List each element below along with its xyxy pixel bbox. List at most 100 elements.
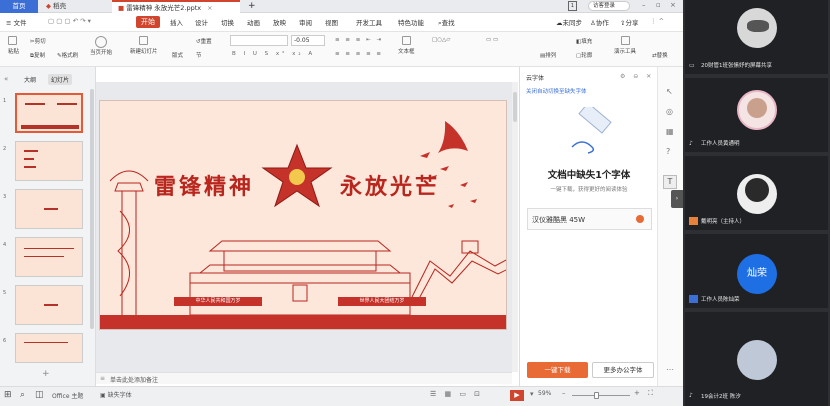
visitor-login-button[interactable]: 访客登录 xyxy=(588,1,630,11)
menu-view[interactable]: 视图 xyxy=(325,17,338,27)
quick-access-icons[interactable]: ▢ ▢ ▢ ↶ ↷ ▾ xyxy=(48,17,91,25)
menu-insert[interactable]: 插入 xyxy=(170,17,183,27)
from-current-button[interactable]: 当页开始 xyxy=(90,36,112,56)
new-tab-button[interactable]: + xyxy=(248,0,256,13)
font-size-field[interactable]: -0.05 xyxy=(291,35,325,46)
font-name-field[interactable] xyxy=(230,35,288,46)
collapse-icon[interactable]: « xyxy=(4,75,8,83)
search-taskbar-icon[interactable]: ⌕ xyxy=(20,390,25,400)
font-panel-controls[interactable]: ⚙ ⊖ ✕ xyxy=(620,73,654,80)
zoom-slider[interactable] xyxy=(572,392,630,399)
gallery-icon[interactable]: ▦ xyxy=(666,127,674,136)
menu-developer[interactable]: 开发工具 xyxy=(356,17,382,27)
slide-thumb-2[interactable] xyxy=(15,141,83,181)
play-slideshow-button[interactable]: ▶ xyxy=(510,390,524,401)
reset-button[interactable]: ↺重置 xyxy=(196,37,212,45)
pointer-icon[interactable]: ↖ xyxy=(666,87,673,96)
arrange-button[interactable]: ▤排列 xyxy=(540,51,556,59)
more-fonts-button[interactable]: 更多办公字体 xyxy=(592,362,654,378)
properties-icon[interactable]: ◎ xyxy=(666,107,673,116)
avatar: 灿荣 xyxy=(737,254,777,294)
thumb-scrollbar[interactable] xyxy=(90,89,94,329)
slide-thumb-3[interactable] xyxy=(15,189,83,229)
windows-icon[interactable]: ⊞ xyxy=(4,390,12,400)
unsync-label: 未同步 xyxy=(562,19,583,27)
zoom-slider-thumb[interactable] xyxy=(594,392,599,399)
zoom-in-icon[interactable]: + xyxy=(634,389,640,397)
missing-font-button[interactable]: ▣ 缺失字体 xyxy=(100,390,132,399)
fit-window-icon[interactable]: ⛶ xyxy=(648,389,653,398)
menu-review[interactable]: 审阅 xyxy=(299,17,312,27)
tab-document-label: 雷锋精神 永放光芒2.pptx xyxy=(126,4,202,12)
slide-icon xyxy=(139,36,149,45)
menu-start[interactable]: 开始 xyxy=(136,16,160,28)
taskview-icon[interactable]: ◫ xyxy=(35,390,44,400)
menu-slideshow[interactable]: 放映 xyxy=(273,17,286,27)
shapes-icons[interactable]: □○△▱ xyxy=(432,37,450,43)
section-button[interactable]: 节 xyxy=(196,51,202,59)
more-icon[interactable]: ⋮ ^ xyxy=(650,17,664,25)
font-panel-toggle-icon[interactable]: T xyxy=(663,175,677,189)
tab-close-icon[interactable]: × xyxy=(207,4,212,12)
demo-tools-button[interactable]: 演示工具 xyxy=(614,36,636,55)
shape-gallery[interactable]: ▭ ▭ xyxy=(486,37,498,43)
menu-transition[interactable]: 切换 xyxy=(221,17,234,27)
video-tile-4[interactable]: 灿荣 工作人员陈灿荣 xyxy=(685,234,828,308)
collapse-video-handle[interactable]: › xyxy=(671,190,683,208)
canvas-vertical-scrollbar[interactable] xyxy=(512,82,518,372)
slide-thumb-5[interactable] xyxy=(15,285,83,325)
missing-font-item[interactable]: 汉仪雅酷黑 45W xyxy=(527,208,652,230)
textbox-button[interactable]: 文本框 xyxy=(398,36,415,55)
slide[interactable]: 雷锋精神 永放光芒 中华人民共和国万岁 世界人民大团结万岁 xyxy=(99,100,507,330)
menu-design[interactable]: 设计 xyxy=(195,17,208,27)
tab-home[interactable]: 首页 xyxy=(0,0,38,13)
close-icon[interactable]: × xyxy=(670,1,676,9)
slide-thumb-1[interactable] xyxy=(15,93,83,133)
settings-icon[interactable]: ⋯ xyxy=(666,365,674,374)
copy-button[interactable]: ⧉复制 xyxy=(30,51,45,60)
outline-button[interactable]: ▢轮廓 xyxy=(576,51,592,59)
download-font-icon[interactable] xyxy=(636,215,644,223)
video-tile-2[interactable]: ♪ 工作人员黄通明 xyxy=(685,78,828,152)
notes-toggle-icon[interactable]: ≡ xyxy=(100,375,105,382)
file-menu[interactable]: ≡ 文件 xyxy=(6,17,27,27)
zoom-out-icon[interactable]: – xyxy=(562,389,566,397)
menu-features[interactable]: 特色功能 xyxy=(398,17,424,27)
paragraph-icons[interactable]: ≡ ≡ ≡ ⇤ ⇥ xyxy=(335,37,383,43)
slide-thumb-6[interactable] xyxy=(15,333,83,363)
align-icons[interactable]: ≡ ≡ ≡ ≡ ≡ xyxy=(335,51,383,57)
unsync-button[interactable]: ☁未同步 xyxy=(556,17,582,27)
play-menu-icon[interactable]: ▾ xyxy=(530,390,534,398)
layout-button[interactable]: 版式 xyxy=(172,51,183,59)
auto-switch-link[interactable]: 关闭自动切换至缺失字体 xyxy=(526,87,587,95)
paste-button[interactable]: 粘贴 xyxy=(8,36,19,55)
notes-placeholder[interactable]: 单击此处添加备注 xyxy=(110,375,158,384)
tab-document[interactable]: ■ 雷锋精神 永放光芒2.pptx × xyxy=(112,0,240,13)
collab-button[interactable]: ♙协作 xyxy=(590,17,609,27)
tab-outline[interactable]: 大纲 xyxy=(24,75,36,84)
replace-button[interactable]: ⇄替换 xyxy=(652,51,668,59)
video-tile-1[interactable]: ▭ 20财管1班张愫妤的屏幕共享 xyxy=(685,0,828,74)
view-mode-icons[interactable]: ☰ ▦ ▭ ⊡ xyxy=(430,390,483,398)
slide-thumb-4[interactable] xyxy=(15,237,83,277)
notes-bar[interactable]: ≡ 单击此处添加备注 xyxy=(96,372,512,384)
download-all-button[interactable]: 一键下载 xyxy=(527,362,588,378)
maximize-icon[interactable]: ▫ xyxy=(656,1,661,9)
video-tile-3[interactable]: 戴明亮（主持人） xyxy=(685,156,828,230)
menu-animation[interactable]: 动画 xyxy=(247,17,260,27)
slide-number: 5 xyxy=(3,290,7,296)
search-button[interactable]: ⌕查找 xyxy=(438,17,455,28)
minimize-icon[interactable]: – xyxy=(642,1,646,9)
fill-button[interactable]: ◧填充 xyxy=(576,37,592,45)
add-slide-button[interactable]: + xyxy=(42,369,50,379)
new-slide-button[interactable]: 新建幻灯片 xyxy=(130,36,158,55)
share-button[interactable]: ⇪分享 xyxy=(620,17,638,27)
video-tile-5[interactable]: ♪ 19会计2班 陈汐 xyxy=(685,312,828,406)
avatar xyxy=(737,340,777,380)
help-icon[interactable]: ? xyxy=(666,147,670,156)
cut-button[interactable]: ✂剪切 xyxy=(30,37,46,45)
tab-docer[interactable]: ◆ 稻壳 xyxy=(40,0,98,13)
tab-slides[interactable]: 幻灯片 xyxy=(48,74,73,85)
format-painter-button[interactable]: ✎格式刷 xyxy=(57,51,78,59)
font-format-icons[interactable]: B I U S x² x₂ A xyxy=(232,51,315,57)
